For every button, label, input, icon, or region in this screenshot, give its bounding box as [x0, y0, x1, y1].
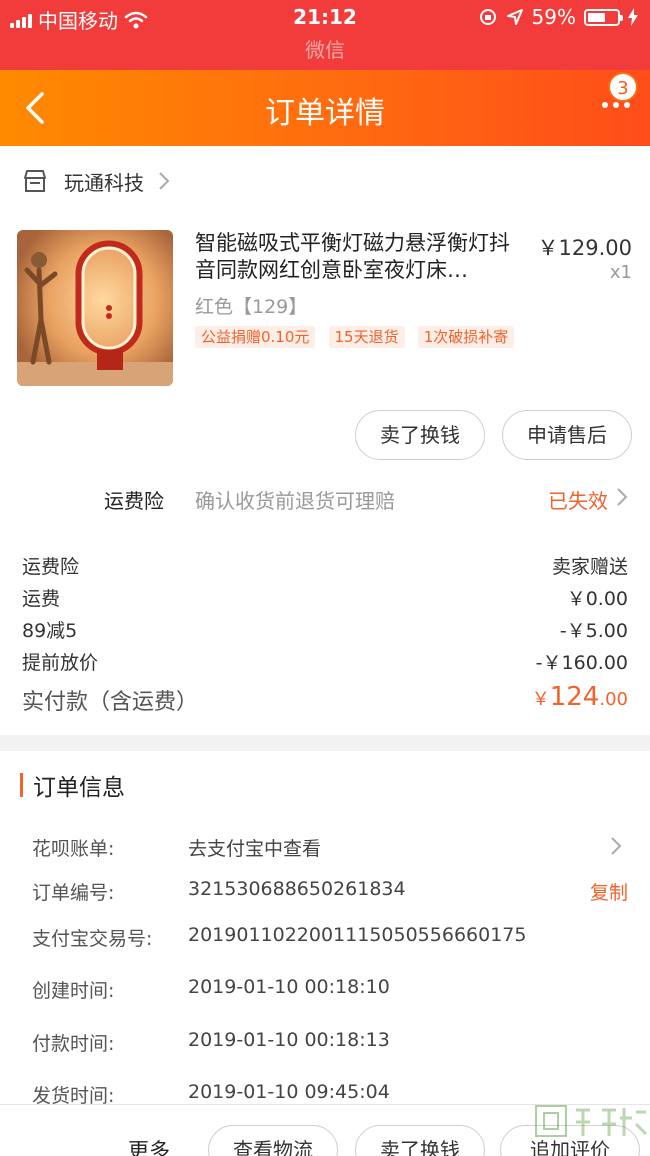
- fee-label: 89减5: [22, 620, 78, 642]
- chevron-right-icon: [611, 837, 622, 855]
- notification-badge: 3: [608, 72, 638, 102]
- fee-row: 运费险 卖家赠送: [0, 548, 650, 580]
- total-label: 实付款（含运费）: [22, 690, 199, 715]
- fee-row: 提前放价 -￥160.00: [0, 644, 650, 676]
- info-row-order-number: 订单编号: 321530688650261834 复制: [0, 870, 650, 910]
- shipping-insurance-row[interactable]: 运费险 确认收货前退货可理赔 已失效: [0, 470, 650, 526]
- insurance-description: 确认收货前退货可理赔: [195, 489, 395, 513]
- battery-icon: [584, 8, 623, 26]
- order-info-header: 订单信息: [20, 770, 125, 801]
- fee-value: ￥0.00: [566, 588, 628, 610]
- insurance-label: 运费险: [104, 489, 164, 513]
- info-value: 2019011022001115050556660175: [188, 924, 527, 946]
- product-tags: 公益捐赠0.10元 15天退货 1次破损补寄: [195, 326, 525, 350]
- info-value: 321530688650261834: [188, 878, 406, 900]
- fee-label: 运费: [22, 588, 61, 610]
- info-value: 2019-01-10 09:45:04: [188, 1081, 390, 1103]
- info-row-created: 创建时间: 2019-01-10 00:18:10: [0, 968, 650, 1008]
- bottom-sell-button[interactable]: 卖了换钱: [355, 1125, 485, 1156]
- chevron-right-icon: [159, 172, 170, 190]
- location-icon: [506, 9, 523, 25]
- more-button[interactable]: 更多: [128, 1135, 170, 1156]
- info-value: 2019-01-10 00:18:10: [188, 976, 390, 998]
- info-value: 2019-01-10 00:18:13: [188, 1029, 390, 1051]
- tag-damage: 1次破损补寄: [417, 326, 515, 348]
- total-currency: ￥: [531, 689, 550, 710]
- shop-header[interactable]: 玩通科技: [0, 146, 650, 216]
- tag-return: 15天退货: [328, 326, 405, 348]
- charging-icon: [628, 8, 638, 26]
- total-decimal: .00: [599, 689, 628, 710]
- copy-button[interactable]: 复制: [590, 878, 628, 905]
- sell-button[interactable]: 卖了换钱: [355, 410, 485, 460]
- logistics-button[interactable]: 查看物流: [208, 1125, 338, 1156]
- status-bar: 中国移动 21:12 59%: [0, 0, 650, 36]
- info-key: 花呗账单:: [32, 838, 115, 860]
- fee-label: 提前放价: [22, 652, 99, 674]
- info-row-alipay-number: 支付宝交易号: 2019011022001115050556660175: [0, 916, 650, 956]
- nav-bar: 订单详情 3: [0, 70, 650, 146]
- fee-value: -￥5.00: [559, 620, 628, 642]
- after-sale-button[interactable]: 申请售后: [502, 410, 632, 460]
- info-key: 支付宝交易号:: [32, 928, 153, 950]
- page-title: 订单详情: [265, 96, 385, 131]
- product-image: [17, 230, 173, 386]
- section-divider: [0, 735, 650, 751]
- product-sku: 红色【129】: [195, 296, 308, 318]
- total-integer: 124: [549, 682, 600, 712]
- order-info-title: 订单信息: [33, 775, 125, 801]
- fee-row: 运费 ￥0.00: [0, 580, 650, 612]
- fee-value: 卖家赠送: [551, 556, 628, 578]
- fee-list: 运费险 卖家赠送 运费 ￥0.00 89减5 -￥5.00 提前放价 -￥160…: [0, 548, 650, 676]
- store-icon: [24, 170, 46, 192]
- more-menu-icon[interactable]: [602, 102, 630, 108]
- battery-percent: 59%: [531, 5, 576, 29]
- fee-label: 运费险: [22, 556, 80, 578]
- product-item[interactable]: 智能磁吸式平衡灯磁力悬浮衡灯抖音同款网红创意卧室夜灯床… ￥129.00 x1 …: [0, 216, 650, 396]
- chevron-right-icon: [617, 488, 628, 506]
- info-row-huabei[interactable]: 花呗账单: 去支付宝中查看: [0, 826, 650, 866]
- product-title: 智能磁吸式平衡灯磁力悬浮衡灯抖音同款网红创意卧室夜灯床…: [195, 231, 510, 282]
- fee-value: -￥160.00: [535, 652, 628, 674]
- product-quantity: x1: [609, 262, 632, 283]
- insurance-status: 已失效: [548, 489, 608, 513]
- tag-charity: 公益捐赠0.10元: [195, 326, 316, 348]
- total-amount: ￥124.00: [532, 682, 628, 712]
- fee-row: 89减5 -￥5.00: [0, 612, 650, 644]
- wechat-label: 微信: [0, 36, 650, 70]
- info-row-paid: 付款时间: 2019-01-10 00:18:13: [0, 1021, 650, 1061]
- orientation-lock-icon: [479, 9, 496, 25]
- accent-bar: [20, 773, 23, 797]
- info-value: 去支付宝中查看: [188, 838, 322, 860]
- total-row: 实付款（含运费） ￥124.00: [0, 680, 650, 720]
- info-key: 订单编号:: [32, 882, 115, 904]
- watermark-logo: [535, 1105, 648, 1137]
- shop-name: 玩通科技: [64, 170, 144, 195]
- info-key: 创建时间:: [32, 980, 115, 1002]
- product-price: ￥129.00: [537, 236, 632, 260]
- info-key: 付款时间:: [32, 1033, 115, 1055]
